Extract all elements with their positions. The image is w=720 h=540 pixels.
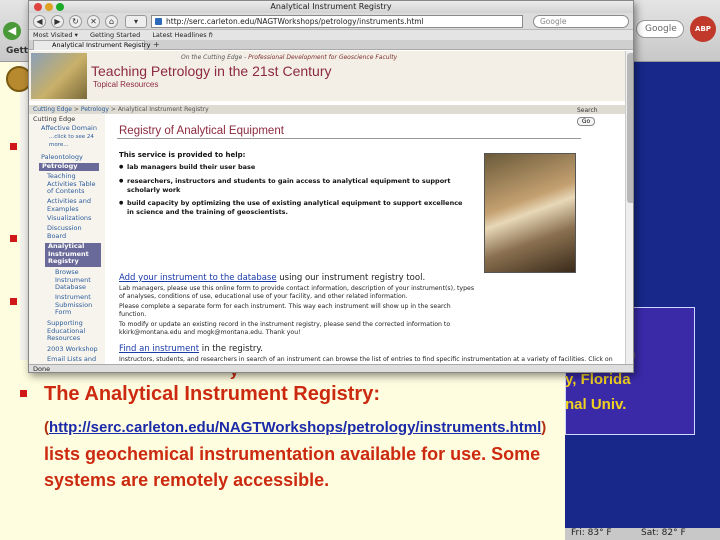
site-banner: On the Cutting Edge - Professional Devel… xyxy=(29,51,633,101)
site-favicon-icon xyxy=(155,18,162,25)
service-bullet: build capacity by optimizing the use of … xyxy=(119,199,467,217)
bookmark-latest-headlines[interactable]: Latest Headlines ℏ xyxy=(152,31,212,39)
lab-instrument-photo xyxy=(484,153,576,273)
sidebar-item-activities-examples[interactable]: Activities and Examples xyxy=(47,197,101,213)
background-search-input[interactable]: Google xyxy=(636,20,684,38)
sidebar-item-browse-database[interactable]: Browse Instrument Database xyxy=(55,268,101,292)
slide-description: lists geochemical instrumentation availa… xyxy=(44,444,541,490)
add-instrument-line: Add your instrument to the database usin… xyxy=(119,273,425,283)
url-input[interactable]: http://serc.carleton.edu/NAGTWorkshops/p… xyxy=(151,15,523,28)
find-instrument-rest: in the registry. xyxy=(199,344,263,354)
forward-icon[interactable]: ▶ xyxy=(51,15,64,28)
breadcrumb-petrology[interactable]: Petrology xyxy=(81,106,109,113)
slide-fragment-text: nal Univ. xyxy=(565,396,627,413)
banner-photo xyxy=(31,53,87,99)
slide-url-close: ) xyxy=(541,419,547,436)
service-bullet: researchers, instructors and students to… xyxy=(119,177,467,195)
minimize-icon[interactable] xyxy=(45,3,53,11)
tagline-prefix: On the Cutting Edge - xyxy=(181,54,247,61)
slide-left-panel xyxy=(0,62,20,362)
slide-bullet-icon xyxy=(20,390,27,397)
find-instrument-link[interactable]: Find an instrument xyxy=(119,344,199,354)
url-text: http://serc.carleton.edu/NAGTWorkshops/p… xyxy=(166,17,424,26)
bookmark-most-visited[interactable]: Most Visited ▾ xyxy=(33,31,78,39)
add-instrument-link[interactable]: Add your instrument to the database xyxy=(119,273,277,283)
search-input[interactable]: Google xyxy=(533,15,629,28)
sidebar-item-instrument-registry[interactable]: Analytical Instrument Registry xyxy=(45,242,101,267)
registry-heading: Registry of Analytical Equipment xyxy=(119,125,284,137)
breadcrumb: Cutting Edge > Petrology > Analytical In… xyxy=(29,105,633,114)
vertical-scrollbar[interactable] xyxy=(625,51,633,364)
service-intro: This service is provided to help: xyxy=(119,151,246,159)
add-instrument-paragraph: Please complete a separate form for each… xyxy=(119,303,451,318)
sidebar-item-visualizations[interactable]: Visualizations xyxy=(47,214,101,223)
page-subtitle[interactable]: Topical Resources xyxy=(93,80,158,89)
banner-tagline: On the Cutting Edge - Professional Devel… xyxy=(181,54,397,61)
tab-strip: Analytical Instrument Registry + xyxy=(29,40,633,50)
breadcrumb-separator: > xyxy=(71,106,81,113)
back-arrow-icon[interactable]: ◀ xyxy=(3,22,21,40)
history-icon[interactable]: ▾ xyxy=(125,15,147,28)
browser-window: Analytical Instrument Registry ◀ ▶ ↻ ✕ ⌂… xyxy=(28,0,634,373)
zoom-icon[interactable] xyxy=(56,3,64,11)
sidebar-item-petrology[interactable]: Petrology xyxy=(39,162,99,171)
slide-fragment-text: y, Florida xyxy=(565,371,631,388)
slide-url-line: (http://serc.carleton.edu/NAGTWorkshops/… xyxy=(44,419,546,436)
sidebar-item-paleontology[interactable]: Paleontology xyxy=(41,153,101,162)
weather-friday: Fri: 83° F xyxy=(571,528,612,538)
sidebar-item-more[interactable]: ...click to see 24 more... xyxy=(49,134,95,149)
add-instrument-rest: using our instrument registry tool. xyxy=(276,273,426,283)
weather-saturday: Sat: 82° F xyxy=(641,528,686,538)
home-icon[interactable]: ⌂ xyxy=(105,15,118,28)
sidebar-item-discussion-board[interactable]: Discussion Board xyxy=(47,224,97,240)
sidebar-item-supporting-resources[interactable]: Supporting Educational Resources xyxy=(47,319,101,343)
new-tab-icon[interactable]: + xyxy=(153,40,160,49)
slide-bullet-icon xyxy=(10,235,17,242)
stop-icon[interactable]: ✕ xyxy=(87,15,100,28)
page-title[interactable]: Teaching Petrology in the 21st Century xyxy=(91,63,331,79)
slide-heading: The Analytical Instrument Registry: xyxy=(44,383,380,405)
weather-status-bar: Fri: 83° F Sat: 82° F xyxy=(565,528,720,540)
sidebar-item-cutting-edge[interactable]: Cutting Edge xyxy=(33,115,93,124)
add-instrument-paragraph: To modify or update an existing record i… xyxy=(119,321,451,336)
sidebar-item-submission-form[interactable]: Instrument Submission Form xyxy=(55,293,101,317)
add-instrument-paragraph: Lab managers, please use this online for… xyxy=(119,285,475,300)
breadcrumb-cutting-edge[interactable]: Cutting Edge xyxy=(33,106,72,113)
adblock-icon[interactable]: ABP xyxy=(690,16,716,42)
close-icon[interactable] xyxy=(34,3,42,11)
sidebar: Cutting Edge Affective Domain ...click t… xyxy=(29,114,105,364)
reload-icon[interactable]: ↻ xyxy=(69,15,82,28)
tagline-rest: Professional Development for Geoscience … xyxy=(248,54,398,61)
window-titlebar[interactable]: Analytical Instrument Registry xyxy=(29,1,633,13)
status-bar: Done xyxy=(29,364,633,372)
slide-bullet-icon xyxy=(10,298,17,305)
bookmark-getting-started[interactable]: Getting Started xyxy=(90,31,140,39)
back-icon[interactable]: ◀ xyxy=(33,15,46,28)
bookmarks-bar: Most Visited ▾ Getting Started Latest He… xyxy=(29,30,633,40)
window-title: Analytical Instrument Registry xyxy=(270,2,392,11)
search-label: Search xyxy=(577,107,598,114)
find-instrument-line: Find an instrument in the registry. xyxy=(119,344,263,354)
tab-analytical-instrument-registry[interactable]: Analytical Instrument Registry xyxy=(33,40,150,50)
sidebar-item-teaching-activities[interactable]: Teaching Activities Table of Contents xyxy=(47,172,101,196)
slide-bullet-icon xyxy=(10,143,17,150)
breadcrumb-current: Analytical Instrument Registry xyxy=(117,106,209,113)
navigation-toolbar: ◀ ▶ ↻ ✕ ⌂ ▾ http://serc.carleton.edu/NAG… xyxy=(29,13,633,30)
sidebar-item-email-lists[interactable]: Email Lists and xyxy=(47,355,101,364)
sidebar-item-affective-domain[interactable]: Affective Domain xyxy=(41,124,101,133)
service-bullet: lab managers build their user base xyxy=(119,163,467,172)
scrollbar-thumb[interactable] xyxy=(627,53,633,203)
go-button[interactable]: Go xyxy=(577,117,595,126)
slide-url-link[interactable]: http://serc.carleton.edu/NAGTWorkshops/p… xyxy=(49,419,541,436)
breadcrumb-separator: > xyxy=(108,106,118,113)
page-content: On the Cutting Edge - Professional Devel… xyxy=(29,51,633,371)
heading-divider xyxy=(117,138,581,139)
sidebar-item-2003-workshop[interactable]: 2003 Workshop xyxy=(47,345,101,354)
